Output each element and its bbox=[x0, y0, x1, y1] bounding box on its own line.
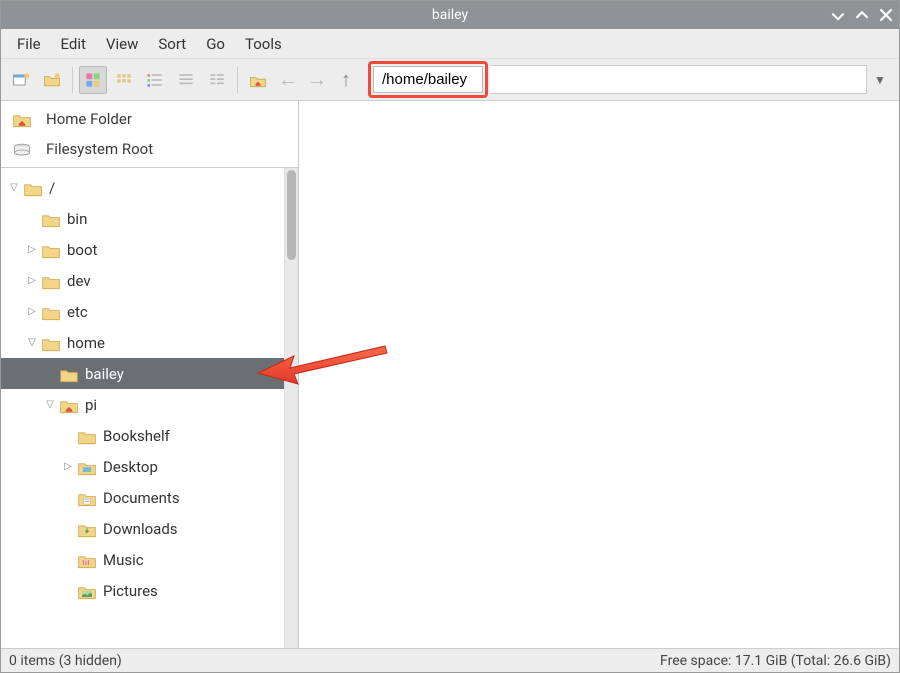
folder-icon bbox=[41, 273, 61, 289]
tree-item-bookshelf[interactable]: Bookshelf bbox=[1, 420, 284, 451]
folder-icon bbox=[41, 242, 61, 258]
place-filesystem-root[interactable]: Filesystem Root bbox=[4, 134, 295, 164]
menu-edit[interactable]: Edit bbox=[53, 31, 94, 57]
tree-item-pictures[interactable]: Pictures bbox=[1, 575, 284, 606]
folder-icon bbox=[77, 428, 97, 444]
new-tab-button[interactable] bbox=[7, 66, 35, 94]
window-titlebar: bailey bbox=[1, 1, 899, 29]
tree-item-documents[interactable]: Documents bbox=[1, 482, 284, 513]
view-detailed-button[interactable] bbox=[203, 66, 231, 94]
expander-icon[interactable]: ▷ bbox=[25, 275, 39, 286]
desktop-folder-icon bbox=[77, 459, 97, 475]
tree-item-etc[interactable]: ▷ etc bbox=[1, 296, 284, 327]
status-free-space: Free space: 17.1 GiB (Total: 26.6 GiB) bbox=[660, 653, 891, 669]
expander-icon[interactable]: ▽ bbox=[25, 337, 39, 348]
place-label: Filesystem Root bbox=[46, 140, 153, 158]
tree-label: Downloads bbox=[103, 520, 178, 538]
home-button[interactable] bbox=[244, 66, 272, 94]
tree-label: dev bbox=[67, 272, 91, 290]
tree-label: Pictures bbox=[103, 582, 158, 600]
menu-file[interactable]: File bbox=[9, 31, 49, 57]
menu-tools[interactable]: Tools bbox=[237, 31, 290, 57]
tree-label: etc bbox=[67, 303, 88, 321]
status-items: 0 items (3 hidden) bbox=[9, 653, 122, 669]
window-title: bailey bbox=[1, 7, 899, 23]
path-dropdown-icon[interactable]: ▼ bbox=[867, 73, 893, 87]
view-list-button[interactable] bbox=[172, 66, 200, 94]
tree-item-pi[interactable]: ▽ pi bbox=[1, 389, 284, 420]
expander-icon[interactable]: ▽ bbox=[7, 182, 21, 193]
window-maximize-icon[interactable] bbox=[855, 8, 869, 22]
home-folder-icon bbox=[59, 397, 79, 413]
path-highlight-annotation bbox=[368, 61, 488, 98]
tree-label: Bookshelf bbox=[103, 427, 170, 445]
scrollbar-thumb[interactable] bbox=[287, 170, 296, 260]
place-home-folder[interactable]: Home Folder bbox=[4, 104, 295, 134]
pictures-folder-icon bbox=[77, 583, 97, 599]
tree-item-bailey[interactable]: bailey bbox=[1, 358, 284, 389]
tree-item-bin[interactable]: bin bbox=[1, 203, 284, 234]
view-compact-button[interactable] bbox=[110, 66, 138, 94]
tree-item-home[interactable]: ▽ home bbox=[1, 327, 284, 358]
folder-icon bbox=[23, 180, 43, 196]
disk-icon bbox=[12, 141, 32, 157]
documents-folder-icon bbox=[77, 490, 97, 506]
folder-icon bbox=[59, 366, 79, 382]
new-folder-button[interactable] bbox=[38, 66, 66, 94]
places-list: Home Folder Filesystem Root bbox=[1, 101, 298, 168]
tree-label: bin bbox=[67, 210, 87, 228]
menu-view[interactable]: View bbox=[98, 31, 146, 57]
tree-item-dev[interactable]: ▷ dev bbox=[1, 265, 284, 296]
nav-forward-button[interactable]: → bbox=[304, 67, 330, 92]
view-thumb-button[interactable] bbox=[141, 66, 169, 94]
path-input[interactable] bbox=[373, 66, 483, 93]
expander-icon[interactable]: ▷ bbox=[25, 244, 39, 255]
tree-label: / bbox=[49, 179, 55, 197]
tree-label: Desktop bbox=[103, 458, 158, 476]
menu-sort[interactable]: Sort bbox=[150, 31, 194, 57]
nav-up-button[interactable]: ↑ bbox=[333, 67, 359, 92]
nav-back-button[interactable]: ← bbox=[275, 67, 301, 92]
expander-icon[interactable]: ▷ bbox=[61, 461, 75, 472]
downloads-folder-icon bbox=[77, 521, 97, 537]
tree-item-downloads[interactable]: Downloads bbox=[1, 513, 284, 544]
expander-icon[interactable]: ▷ bbox=[25, 306, 39, 317]
statusbar: 0 items (3 hidden) Free space: 17.1 GiB … bbox=[1, 648, 899, 672]
folder-tree[interactable]: ▽ / bin ▷ boot ▷ dev bbox=[1, 168, 284, 648]
expander-icon[interactable]: ▽ bbox=[43, 399, 57, 410]
tree-item-music[interactable]: Music bbox=[1, 544, 284, 575]
music-folder-icon bbox=[77, 552, 97, 568]
home-folder-icon bbox=[12, 111, 32, 127]
view-icons-button[interactable] bbox=[79, 66, 107, 94]
folder-icon bbox=[41, 335, 61, 351]
menubar: File Edit View Sort Go Tools bbox=[1, 29, 899, 59]
tree-scrollbar[interactable] bbox=[284, 168, 298, 648]
tree-label: boot bbox=[67, 241, 97, 259]
side-panel: Home Folder Filesystem Root ▽ / bbox=[1, 101, 299, 648]
tree-item-desktop[interactable]: ▷ Desktop bbox=[1, 451, 284, 482]
tree-label: bailey bbox=[85, 365, 124, 383]
tree-item-boot[interactable]: ▷ boot bbox=[1, 234, 284, 265]
window-minimize-icon[interactable] bbox=[831, 8, 845, 22]
path-input-extension[interactable] bbox=[490, 65, 867, 94]
window-close-icon[interactable] bbox=[879, 8, 893, 22]
tree-label: Documents bbox=[103, 489, 180, 507]
folder-icon bbox=[41, 304, 61, 320]
folder-icon bbox=[41, 211, 61, 227]
tree-label: Music bbox=[103, 551, 144, 569]
tree-item-root[interactable]: ▽ / bbox=[1, 172, 284, 203]
content-area[interactable] bbox=[299, 101, 899, 648]
menu-go[interactable]: Go bbox=[198, 31, 233, 57]
place-label: Home Folder bbox=[46, 110, 132, 128]
toolbar: ← → ↑ ▼ bbox=[1, 59, 899, 101]
tree-label: pi bbox=[85, 396, 97, 414]
tree-label: home bbox=[67, 334, 105, 352]
